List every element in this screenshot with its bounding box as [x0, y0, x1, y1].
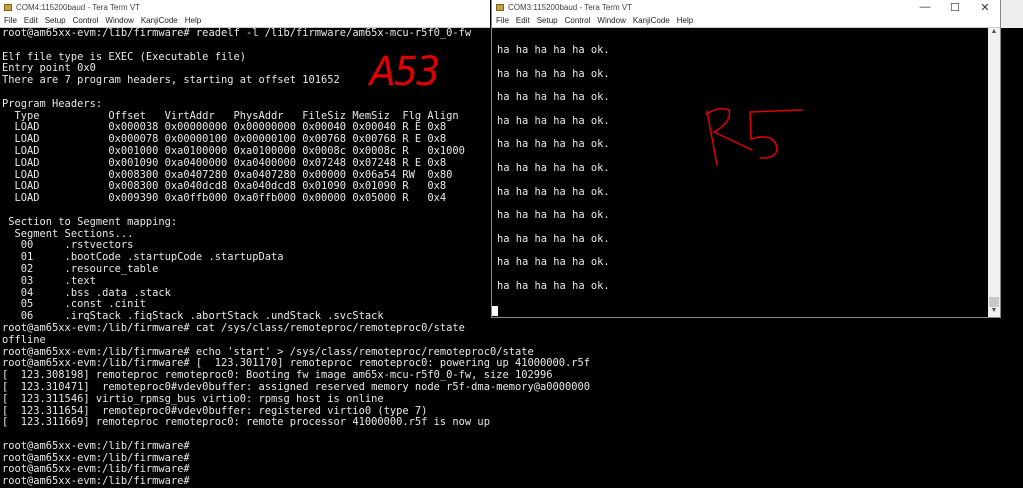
- terminal-line: [ 123.311669] remoteproc remoteproc0: re…: [2, 416, 490, 429]
- minimize-button[interactable]: —: [910, 1, 940, 14]
- teraterm-app-icon: [496, 3, 504, 11]
- menu-item-setup[interactable]: Setup: [537, 16, 558, 25]
- com4-titlebar-right: [1000, 0, 1023, 28]
- menu-item-setup[interactable]: Setup: [45, 16, 66, 25]
- menu-item-edit[interactable]: Edit: [516, 16, 530, 25]
- menu-item-window[interactable]: Window: [105, 16, 133, 25]
- menu-item-kanjicode[interactable]: KanjiCode: [141, 16, 178, 25]
- scroll-thumb[interactable]: [989, 297, 999, 307]
- menu-item-window[interactable]: Window: [597, 16, 625, 25]
- terminal-line: ha ha ha ha ha ok.: [497, 232, 610, 245]
- scroll-down-icon[interactable]: ▼: [988, 307, 1000, 317]
- com4-title: COM4:115200baud - Tera Term VT: [16, 2, 141, 12]
- terminal-line: ha ha ha ha ha ok.: [497, 185, 610, 198]
- terminal-line: ha ha ha ha ha ok.: [497, 44, 610, 56]
- terminal-line: ha ha ha ha ha ok.: [497, 114, 610, 127]
- com3-terminal-output[interactable]: ha ha ha ha ha ok. ha ha ha ha ha ok. ha h…: [497, 39, 610, 299]
- maximize-button[interactable]: ☐: [940, 1, 970, 14]
- com3-menu-bar: File Edit Setup Control Window KanjiCode Help: [492, 14, 1000, 28]
- teraterm-app-icon: [4, 3, 12, 11]
- menu-item-control[interactable]: Control: [73, 16, 99, 25]
- menu-item-edit[interactable]: Edit: [24, 16, 38, 25]
- com3-title-bar[interactable]: COM3:115200baud - Tera Term VT — ☐ ✕: [492, 0, 1000, 14]
- terminal-cursor: [492, 306, 498, 316]
- terminal-line: root@am65xx-evm:/lib/firmware# cat /sys/…: [2, 321, 465, 334]
- menu-item-file[interactable]: File: [496, 16, 509, 25]
- scroll-up-icon[interactable]: ▲: [988, 28, 1000, 38]
- com4-menu-bar: File Edit Setup Control Window KanjiCode Help: [0, 14, 490, 28]
- menu-item-control[interactable]: Control: [565, 16, 591, 25]
- terminal-line: ha ha ha ha ha ok.: [497, 209, 610, 222]
- terminal-line: ha ha ha ha ha ok.: [497, 161, 610, 174]
- terminal-line: root@am65xx-evm:/lib/firmware#: [2, 439, 190, 452]
- terminal-line: ha ha ha ha ha ok.: [497, 256, 610, 269]
- com3-scrollbar[interactable]: ▲ ▼: [988, 28, 1000, 317]
- com3-terminal-window: COM3:115200baud - Tera Term VT — ☐ ✕ File E…: [491, 0, 1001, 318]
- terminal-line: ha ha ha ha ha ok.: [497, 279, 610, 292]
- terminal-line: [ 123.310471] remoteproc0#vdev0buffer: a…: [2, 380, 591, 393]
- com4-title-bar[interactable]: COM4:115200baud - Tera Term VT: [0, 0, 490, 14]
- terminal-line: [ 123.311546] virtio_rpmsg_bus virtio0: …: [2, 392, 384, 405]
- com3-title: COM3:115200baud - Tera Term VT: [508, 2, 633, 12]
- handwritten-a53-annotation: A53: [369, 49, 441, 95]
- terminal-line: ha ha ha ha ha ok.: [497, 138, 610, 151]
- menu-item-file[interactable]: File: [4, 16, 17, 25]
- menu-item-help[interactable]: Help: [185, 16, 201, 25]
- menu-item-kanjicode[interactable]: KanjiCode: [633, 16, 670, 25]
- terminal-line: offline: [2, 333, 46, 346]
- close-button[interactable]: ✕: [970, 1, 1000, 14]
- terminal-line: root@am65xx-evm:/lib/firmware#: [2, 475, 190, 488]
- menu-item-help[interactable]: Help: [677, 16, 693, 25]
- terminal-line: ha ha ha ha ha ok.: [497, 67, 610, 80]
- terminal-line: ha ha ha ha ha ok.: [497, 91, 610, 104]
